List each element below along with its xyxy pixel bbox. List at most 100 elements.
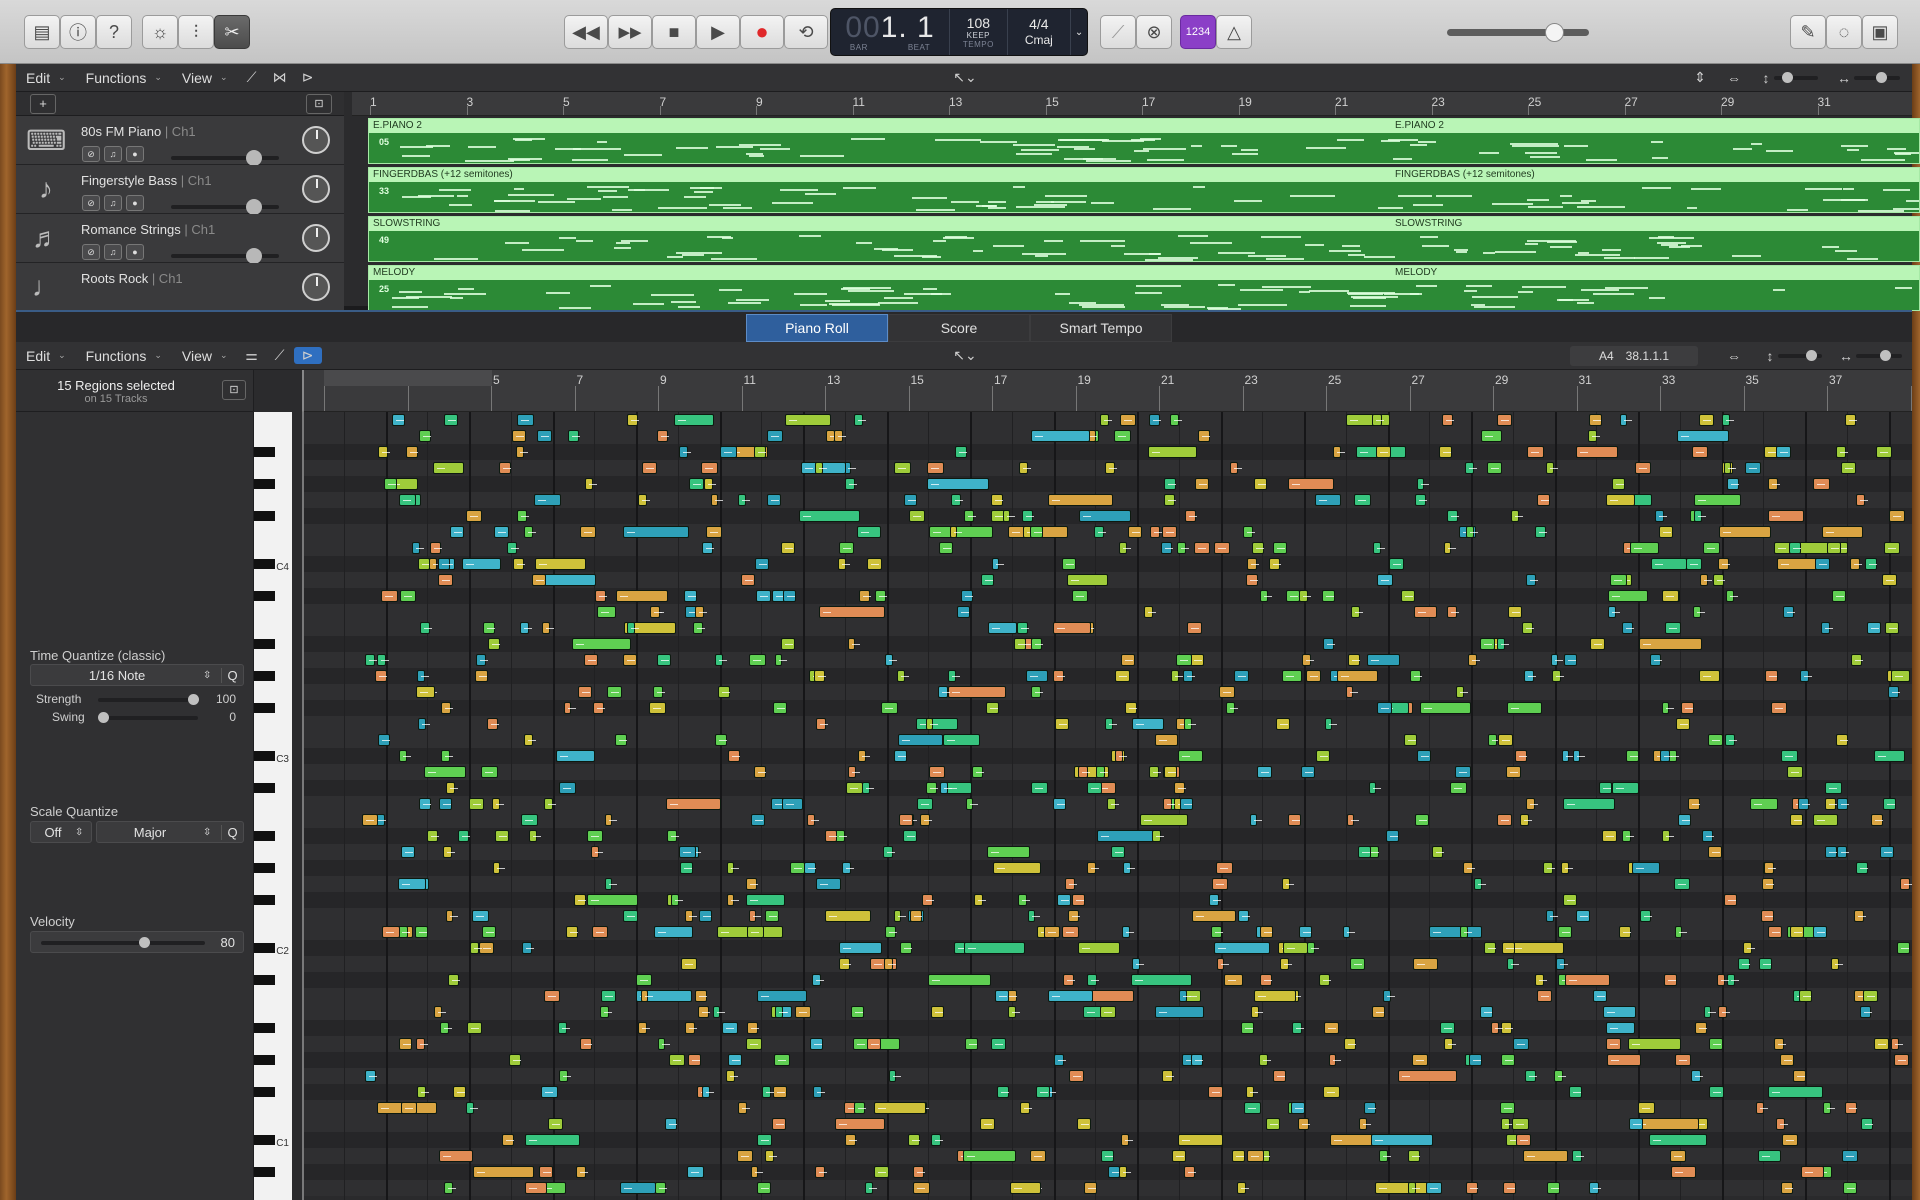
midi-note[interactable]	[1814, 558, 1830, 570]
midi-note[interactable]	[1301, 654, 1315, 666]
midi-note[interactable]	[1676, 718, 1691, 730]
midi-note[interactable]	[1761, 910, 1774, 922]
track-header[interactable]: ♪ Fingerstyle Bass | Ch1 ⊘ ♫ ●	[16, 165, 344, 215]
black-key[interactable]	[254, 479, 275, 489]
midi-note[interactable]	[1592, 990, 1607, 1002]
notepad-icon[interactable]: ◌	[1826, 15, 1862, 49]
velocity-slider[interactable]	[41, 937, 205, 948]
midi-note[interactable]	[1254, 478, 1267, 490]
midi-note[interactable]	[1178, 1134, 1223, 1146]
midi-note[interactable]	[507, 542, 520, 554]
midi-note[interactable]	[1083, 1182, 1097, 1194]
midi-note[interactable]	[751, 814, 766, 826]
midi-note[interactable]	[1813, 478, 1830, 490]
midi-note[interactable]	[862, 782, 874, 794]
midi-note[interactable]	[1100, 1006, 1116, 1018]
midi-note[interactable]	[853, 1102, 866, 1114]
midi-note[interactable]	[749, 910, 762, 922]
midi-note[interactable]	[657, 1038, 670, 1050]
midi-note[interactable]	[1371, 1006, 1385, 1018]
midi-note[interactable]	[1062, 974, 1075, 986]
black-key[interactable]	[254, 751, 275, 761]
midi-note[interactable]	[1052, 670, 1065, 682]
midi-note[interactable]	[583, 654, 599, 666]
midi-note[interactable]	[1789, 542, 1801, 554]
black-key[interactable]	[254, 1087, 275, 1097]
midi-note[interactable]	[449, 526, 464, 538]
midi-note[interactable]	[516, 414, 534, 426]
midi-note[interactable]	[1148, 766, 1162, 778]
horizontal-zoom-slider[interactable]	[1854, 72, 1900, 83]
midi-note[interactable]	[1259, 974, 1272, 986]
midi-note[interactable]	[684, 910, 697, 922]
midi-note[interactable]	[688, 1054, 701, 1066]
midi-note[interactable]	[714, 734, 728, 746]
midi-note[interactable]	[1184, 510, 1197, 522]
midi-note[interactable]	[669, 1054, 685, 1066]
pr-edit-menu[interactable]: Edit ⌄	[16, 348, 76, 364]
midi-note[interactable]	[1163, 494, 1176, 506]
midi-note[interactable]	[1562, 894, 1577, 906]
midi-note[interactable]	[882, 846, 895, 858]
mute-icon[interactable]: ⊘	[82, 195, 100, 211]
midi-note[interactable]	[432, 462, 464, 474]
midi-note[interactable]	[1086, 782, 1103, 794]
midi-note[interactable]	[398, 750, 411, 762]
midi-note[interactable]	[571, 638, 632, 650]
midi-note[interactable]	[652, 686, 665, 698]
midi-note[interactable]	[1013, 638, 1027, 650]
midi-note[interactable]	[1093, 526, 1106, 538]
midi-note[interactable]	[754, 766, 766, 778]
midi-note[interactable]	[1677, 430, 1730, 442]
midi-note[interactable]	[1401, 590, 1416, 602]
midi-note[interactable]	[440, 702, 453, 714]
pr-functions-menu[interactable]: Functions ⌄	[76, 348, 172, 364]
pr-vertical-zoom-thumb[interactable]	[1806, 350, 1817, 361]
master-volume-thumb[interactable]	[1545, 23, 1564, 42]
midi-note[interactable]	[528, 830, 541, 842]
browsers-icon[interactable]: ▣	[1862, 15, 1898, 49]
midi-note[interactable]	[575, 1166, 588, 1178]
midi-note[interactable]	[974, 894, 987, 906]
midi-note[interactable]	[1569, 1086, 1583, 1098]
midi-note[interactable]	[525, 1182, 548, 1194]
midi-note[interactable]	[679, 862, 693, 874]
midi-note[interactable]	[1350, 606, 1363, 618]
midi-note[interactable]	[1411, 1054, 1428, 1066]
cycle-region[interactable]	[324, 370, 492, 386]
replace-icon[interactable]: ⊗	[1136, 15, 1172, 49]
midi-note[interactable]	[681, 958, 698, 970]
midi-note[interactable]	[1298, 926, 1312, 938]
midi-note[interactable]	[1035, 1086, 1050, 1098]
lcd-display[interactable]: 001. 1 BAR BEAT 108 KEEP TEMPO 4/4 Cmaj ⌄	[830, 8, 1088, 56]
record-enable-icon[interactable]: ●	[126, 244, 144, 260]
midi-note[interactable]	[1564, 974, 1611, 986]
midi-note[interactable]	[1346, 686, 1359, 698]
midi-note[interactable]	[1824, 798, 1838, 810]
midi-note[interactable]	[1057, 894, 1071, 906]
midi-note[interactable]	[468, 798, 485, 810]
midi-note[interactable]	[376, 654, 389, 666]
midi-note[interactable]	[756, 990, 807, 1002]
midi-note[interactable]	[1305, 670, 1322, 682]
midi-note[interactable]	[798, 510, 860, 522]
midi-note[interactable]	[1062, 926, 1079, 938]
midi-note[interactable]	[810, 1038, 823, 1050]
midi-note[interactable]	[1385, 830, 1399, 842]
midi-note[interactable]	[417, 718, 430, 730]
automation-icon[interactable]: ⟋	[266, 347, 294, 364]
midi-note[interactable]	[1053, 622, 1092, 634]
quick-help-icon[interactable]: ?	[96, 15, 132, 49]
midi-note[interactable]	[453, 1086, 467, 1098]
midi-note[interactable]	[586, 830, 604, 842]
midi-note[interactable]	[781, 638, 795, 650]
midi-note[interactable]	[839, 542, 854, 554]
track-volume-fader[interactable]	[171, 199, 279, 215]
midi-note[interactable]	[1496, 414, 1513, 426]
midi-note[interactable]	[1110, 846, 1126, 858]
midi-note[interactable]	[671, 894, 683, 906]
midi-note[interactable]	[766, 494, 782, 506]
midi-note[interactable]	[1403, 734, 1417, 746]
midi-note[interactable]	[931, 1006, 944, 1018]
midi-note[interactable]	[1410, 670, 1423, 682]
